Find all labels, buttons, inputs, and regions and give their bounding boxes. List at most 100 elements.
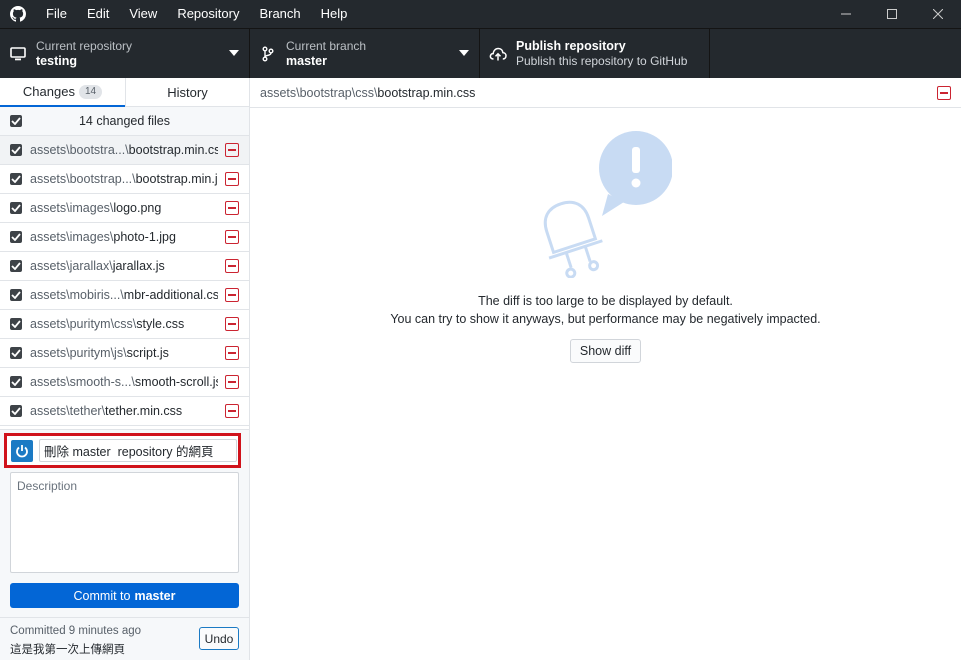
file-checkbox[interactable] [10,260,22,272]
chevron-down-icon [229,50,239,56]
file-checkbox[interactable] [10,231,22,243]
file-checkbox[interactable] [10,347,22,359]
deleted-file-icon [225,143,239,157]
file-checkbox[interactable] [10,173,22,185]
tab-history-label: History [167,84,208,100]
file-basename: bootstrap.min.css [128,143,218,157]
tab-history[interactable]: History [125,78,249,106]
current-repository-value: testing [36,53,77,68]
file-name: assets\images\photo-1.jpg [30,230,218,244]
menu-file[interactable]: File [36,0,77,28]
commit-button-label: Commit to [73,588,131,603]
changes-sidebar: Changes 14 History 14 changed files asse… [0,78,250,660]
file-checkbox[interactable] [10,376,22,388]
file-basename: bootstrap.min.js [135,172,218,186]
deleted-file-icon [225,375,239,389]
file-checkbox[interactable] [10,144,22,156]
diff-too-large-illustration-icon [543,131,672,278]
diff-message-line-2: You can try to show it anyways, but perf… [390,312,821,326]
deleted-file-icon [937,86,951,100]
file-dir: assets\images\ [30,201,114,215]
file-name: assets\smooth-s...\smooth-scroll.js [30,375,218,389]
file-row[interactable]: assets\smooth-s...\smooth-scroll.js [0,368,249,397]
commit-panel: Commit tomaster Committed 9 minutes ago … [0,429,249,660]
file-dir: assets\tether\ [30,404,106,418]
file-dir: assets\jarallax\ [30,259,113,273]
deleted-file-icon [225,259,239,273]
minimize-icon[interactable] [823,0,869,28]
tab-changes-label: Changes [22,84,75,99]
deleted-file-icon [225,317,239,331]
file-basename: mbr-additional.css [123,288,218,302]
maximize-icon[interactable] [869,0,915,28]
undo-button[interactable]: Undo [199,627,239,650]
file-basename: tether.min.css [105,404,183,418]
file-checkbox[interactable] [10,318,22,330]
last-commit-message: 這是我第一次上傳網頁 [10,644,125,656]
last-commit-time: Committed 9 minutes ago [10,625,142,637]
file-checkbox[interactable] [10,202,22,214]
commit-summary-input[interactable] [39,439,237,462]
deleted-file-icon [225,172,239,186]
file-row[interactable]: assets\images\photo-1.jpg [0,223,249,252]
diff-view: assets\bootstrap\css\ bootstrap.min.css T… [250,78,961,660]
commit-button[interactable]: Commit to master [10,583,239,608]
select-all-checkbox[interactable] [10,115,22,127]
file-row[interactable]: assets\bootstrap...\bootstrap.min.js [0,165,249,194]
menu-branch[interactable]: Branch [249,0,310,28]
file-checkbox[interactable] [10,405,22,417]
current-branch-button[interactable]: Current branch master [250,29,480,78]
changed-files-header: 14 changed files [0,107,249,136]
commit-description-input[interactable] [10,472,239,573]
commit-button-branch: master [134,588,176,603]
deleted-file-icon [225,404,239,418]
file-basename: script.js [126,346,169,360]
file-checkbox[interactable] [10,289,22,301]
menu-help[interactable]: Help [311,0,358,28]
publish-repository-subtitle: Publish this repository to GitHub [516,53,688,68]
menu-edit[interactable]: Edit [77,0,119,28]
file-row[interactable]: assets\tether\tether.min.css [0,397,249,426]
sidebar-tabs: Changes 14 History [0,78,249,107]
file-row[interactable]: assets\bootstra...\bootstrap.min.css [0,136,249,165]
file-name: assets\bootstrap...\bootstrap.min.js [30,172,218,186]
menu-repository[interactable]: Repository [167,0,249,28]
current-branch-label: Current branch [286,38,367,53]
file-basename: photo-1.jpg [113,230,176,244]
file-path-name: bootstrap.min.css [377,85,476,100]
file-name: assets\mobiris...\mbr-additional.css [30,288,218,302]
github-logo-icon [0,0,36,28]
publish-repository-button[interactable]: Publish repository Publish this reposito… [480,29,710,78]
file-basename: style.css [136,317,185,331]
close-icon[interactable] [915,0,961,28]
file-dir: assets\mobiris...\ [30,288,124,302]
file-row[interactable]: assets\puritym\js\script.js [0,339,249,368]
file-row[interactable]: assets\puritym\css\style.css [0,310,249,339]
file-dir: assets\puritym\js\ [30,346,127,360]
diff-too-large-message: The diff is too large to be displayed by… [250,292,961,328]
deleted-file-icon [225,288,239,302]
file-dir: assets\images\ [30,230,114,244]
file-row[interactable]: assets\jarallax\jarallax.js [0,252,249,281]
current-branch-value: master [286,53,327,68]
file-dir: assets\bootstrap...\ [30,172,136,186]
file-name: assets\tether\tether.min.css [30,404,218,418]
menu-view[interactable]: View [119,0,167,28]
file-path-bar: assets\bootstrap\css\ bootstrap.min.css [250,78,961,108]
file-row[interactable]: assets\images\logo.png [0,194,249,223]
chevron-down-icon [459,50,469,56]
file-name: assets\puritym\js\script.js [30,346,218,360]
file-basename: smooth-scroll.js [134,375,218,389]
tab-changes[interactable]: Changes 14 [0,78,125,107]
file-name: assets\bootstra...\bootstrap.min.css [30,143,218,157]
file-basename: logo.png [113,201,162,215]
deleted-file-icon [225,201,239,215]
publish-repository-title: Publish repository [516,38,626,53]
summary-highlight-box [4,433,241,468]
current-repository-button[interactable]: Current repository testing [0,29,250,78]
diff-message-line-1: The diff is too large to be displayed by… [478,294,733,308]
file-list: assets\bootstra...\bootstrap.min.css asse… [0,136,249,426]
file-row[interactable]: assets\mobiris...\mbr-additional.css [0,281,249,310]
show-diff-button[interactable]: Show diff [570,339,641,363]
monitor-icon [0,46,36,61]
